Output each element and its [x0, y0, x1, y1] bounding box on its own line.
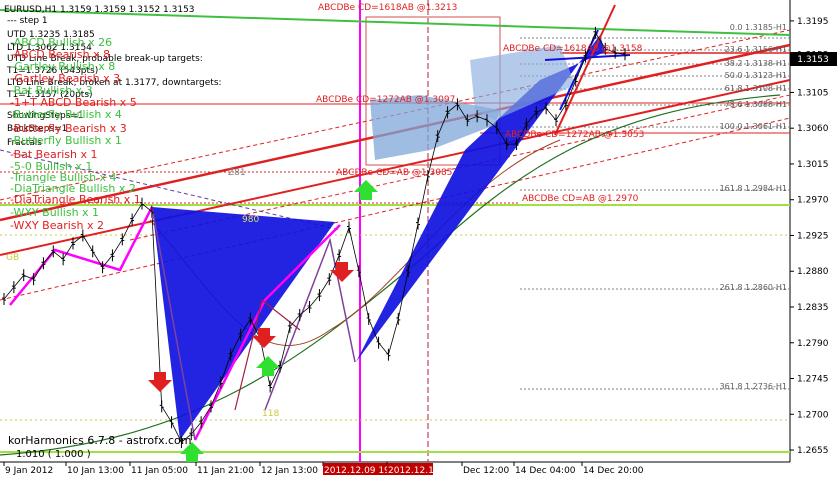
pattern-list-item: -Butterfly Bullish x 1 — [10, 134, 122, 147]
price-tick-label: 1.2655 — [797, 446, 829, 456]
fib-label: 100.0 1.3061-H1 — [720, 122, 787, 131]
plot-area — [0, 0, 790, 462]
time-tick-label: 12 Jan 13:00 — [261, 466, 318, 476]
chart-canvas[interactable]: 1.3195 1.3153 1.3105 1.3060 1.3015 1.2970 1.29… — [0, 0, 837, 481]
price-tick-label: 1.2880 — [797, 267, 829, 277]
annotation-label: Z81 — [228, 168, 246, 178]
time-tick-label: 11 Jan 05:00 — [131, 466, 188, 476]
pattern-list-item: -WXY Bearish x 2 — [10, 219, 104, 232]
annotation-label: 980 — [242, 215, 259, 225]
price-tick-label: 1.2700 — [797, 410, 829, 420]
annotation-label: GB — [6, 253, 19, 263]
chart-title: EURUSD,H1 1.3159 1.3159 1.3152 1.3153 — [4, 5, 195, 15]
ratio-label: 1.010 ( 1.000 ) — [16, 449, 91, 460]
time-tick-label: 2012.12.13 05:20 — [388, 466, 469, 476]
time-tick-label: 2012.12.09 19: — [324, 466, 393, 476]
time-tick-label: 10 Jan 13:00 — [67, 466, 124, 476]
pattern-list-item: -Butterfly Bullish x 4 — [10, 108, 122, 121]
time-tick-label: 11 Jan 21:00 — [197, 466, 254, 476]
price-tick-label: 1.3060 — [797, 124, 829, 134]
price-tick-label: 1.2745 — [797, 375, 829, 385]
fib-label: 161.8 1.2984-H1 — [720, 184, 787, 193]
time-tick-label: 9 Jan 2012 — [5, 466, 53, 476]
time-tick-label: 14 Dec 04:00 — [515, 466, 576, 476]
fib-label: 78.6 1.3088-H1 — [725, 100, 787, 109]
fib-label: 50.0 1.3123-H1 — [725, 71, 787, 80]
price-tick-label: 1.2970 — [797, 196, 829, 206]
price-tick-label: 1.3195 — [797, 17, 829, 27]
brand-label: korHarmonics 6.7.8 - astrofx.com — [8, 434, 191, 447]
annotation-label: ABCDBe CD=AB @1.3085 — [336, 168, 452, 178]
annotation-label: ABCDBe CD=1618AB @1.3213 — [318, 3, 457, 13]
fib-label: 38.2 1.3138-H1 — [725, 59, 787, 68]
price-tick-label: 1.2835 — [797, 303, 829, 313]
chart-window: 1.3195 1.3153 1.3105 1.3060 1.3015 1.2970 1.29… — [0, 0, 837, 481]
info-line: --- step 1 — [7, 16, 48, 26]
annotation-label: ABCDBe CD=1618AB @1.3158 — [503, 44, 643, 54]
price-tick-label: 1.3015 — [797, 160, 829, 170]
time-tick-label: 14 Dec 20:00 — [583, 466, 644, 476]
annotation-label: ABCDBe CD=1272AB @1.3097 — [316, 95, 455, 105]
annotation-label: 118 — [262, 409, 279, 419]
fib-label: 23.6 1.3156-H1 — [725, 45, 787, 54]
current-price-label: 1.3153 — [797, 55, 829, 65]
fib-label: 261.8 1.2860-H1 — [720, 283, 787, 292]
fib-label: 61.8 1.3108-H1 — [725, 84, 787, 93]
price-tick-label: 1.3105 — [797, 88, 829, 98]
annotation-label: ABCDBe CD=AB @1.2970 — [522, 194, 639, 204]
fib-label: 361.8 1.2736-H1 — [720, 382, 787, 391]
time-tick-label: Dec 12:00 — [463, 466, 509, 476]
time-axis-labels: 9 Jan 2012 10 Jan 13:00 11 Jan 05:00 11 Jan… — [3, 462, 644, 476]
pattern-list-item: -DiaTriangle Bearish x 1 — [10, 193, 141, 206]
price-tick-label: 1.2925 — [797, 231, 829, 241]
price-tick-label: 1.2790 — [797, 339, 829, 349]
annotation-label: ABCDBe CD=1272AB @1.3053 — [505, 130, 644, 140]
fib-label: 0.0 1.3185-H1 — [730, 23, 787, 32]
pattern-list-item: -WXY Bullish x 1 — [10, 206, 99, 219]
